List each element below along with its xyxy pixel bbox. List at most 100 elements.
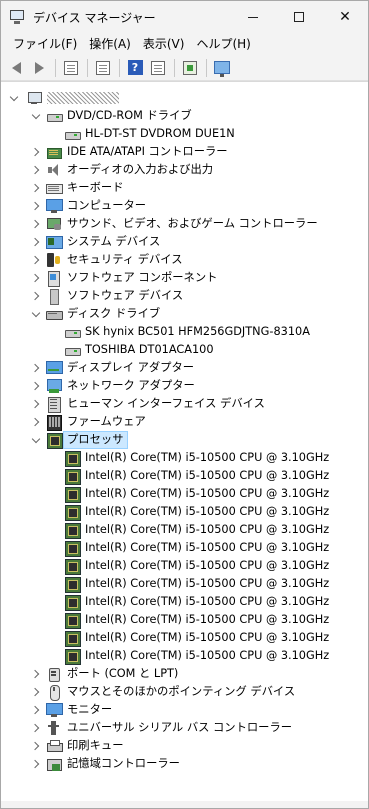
processor-icon	[64, 648, 81, 665]
forward-button[interactable]	[28, 57, 50, 79]
tree-category[interactable]: マウスとそのほかのポインティング デバイス	[1, 683, 368, 701]
tree-device[interactable]: SK hynix BC501 HFM256GDJTNG-8310A	[1, 323, 368, 341]
mouse-icon	[46, 684, 62, 701]
tree-category[interactable]: システム デバイス	[1, 233, 368, 251]
tree-device-label: Intel(R) Core(TM) i5-10500 CPU @ 3.10GHz	[85, 469, 330, 482]
chevron-right-icon[interactable]	[31, 413, 41, 431]
menu-view[interactable]: 表示(V)	[137, 34, 191, 54]
tree-category-label: ポート (COM と LPT)	[67, 667, 179, 680]
software-device-icon	[46, 288, 62, 305]
tree-category-label: ヒューマン インターフェイス デバイス	[67, 397, 265, 410]
menu-action[interactable]: 操作(A)	[83, 34, 137, 54]
security-device-icon	[46, 252, 62, 268]
chevron-right-icon[interactable]	[31, 719, 41, 737]
tree-device[interactable]: Intel(R) Core(TM) i5-10500 CPU @ 3.10GHz	[1, 485, 368, 503]
chevron-down-icon[interactable]	[31, 305, 41, 323]
tree-device[interactable]: Intel(R) Core(TM) i5-10500 CPU @ 3.10GHz	[1, 647, 368, 665]
tree-category[interactable]: ディスプレイ アダプター	[1, 359, 368, 377]
chevron-down-icon[interactable]	[9, 89, 19, 107]
chevron-right-icon[interactable]	[31, 215, 41, 233]
tree-category[interactable]: ユニバーサル シリアル バス コントローラー	[1, 719, 368, 737]
tree-category[interactable]: ネットワーク アダプター	[1, 377, 368, 395]
tree-category[interactable]: ファームウェア	[1, 413, 368, 431]
processor-icon	[64, 468, 81, 485]
tree-device[interactable]: Intel(R) Core(TM) i5-10500 CPU @ 3.10GHz	[1, 593, 368, 611]
chevron-right-icon[interactable]	[31, 395, 41, 413]
tree-category-label: IDE ATA/ATAPI コントローラー	[67, 145, 228, 158]
tree-category[interactable]: オーディオの入力および出力	[1, 161, 368, 179]
processor-icon	[64, 558, 81, 575]
tree-category[interactable]: ポート (COM と LPT)	[1, 665, 368, 683]
tree-category[interactable]: 記憶域コントローラー	[1, 755, 368, 773]
chevron-right-icon[interactable]	[31, 251, 41, 269]
chevron-right-icon[interactable]	[31, 665, 41, 683]
tree-category-label: ディスク ドライブ	[67, 307, 161, 320]
tree-device[interactable]: Intel(R) Core(TM) i5-10500 CPU @ 3.10GHz	[1, 557, 368, 575]
chevron-right-icon[interactable]	[31, 755, 41, 773]
scan-hardware-changes-button[interactable]	[179, 57, 201, 79]
tree-device-label: Intel(R) Core(TM) i5-10500 CPU @ 3.10GHz	[85, 523, 330, 536]
chevron-down-icon[interactable]	[31, 107, 41, 125]
tree-category[interactable]: ディスク ドライブ	[1, 305, 368, 323]
tree-category[interactable]: ヒューマン インターフェイス デバイス	[1, 395, 368, 413]
menu-file[interactable]: ファイル(F)	[7, 34, 83, 54]
device-manager-icon	[9, 9, 25, 25]
tree-category[interactable]: セキュリティ デバイス	[1, 251, 368, 269]
tree-category[interactable]: モニター	[1, 701, 368, 719]
chevron-right-icon[interactable]	[31, 737, 41, 755]
tree-device[interactable]: Intel(R) Core(TM) i5-10500 CPU @ 3.10GHz	[1, 503, 368, 521]
device-manager-window: デバイス マネージャー ✕ ファイル(F) 操作(A) 表示(V) ヘルプ(H)…	[0, 0, 369, 809]
tree-device[interactable]: Intel(R) Core(TM) i5-10500 CPU @ 3.10GHz	[1, 467, 368, 485]
tree-category[interactable]: ソフトウェア コンポーネント	[1, 269, 368, 287]
ide-controller-icon	[46, 144, 62, 160]
chevron-right-icon[interactable]	[31, 143, 41, 161]
tree-category[interactable]: DVD/CD-ROM ドライブ	[1, 107, 368, 125]
print-queue-icon	[46, 738, 63, 754]
back-button[interactable]	[5, 57, 27, 79]
update-driver-button[interactable]	[211, 57, 233, 79]
tree-device[interactable]: Intel(R) Core(TM) i5-10500 CPU @ 3.10GHz	[1, 575, 368, 593]
chevron-right-icon[interactable]	[31, 683, 41, 701]
tree-category[interactable]: 印刷キュー	[1, 737, 368, 755]
chevron-right-icon[interactable]	[31, 377, 41, 395]
tree-device[interactable]: TOSHIBA DT01ACA100	[1, 341, 368, 359]
chevron-down-icon[interactable]	[31, 431, 41, 449]
properties-icon	[96, 60, 110, 75]
tree-category[interactable]: キーボード	[1, 179, 368, 197]
chevron-right-icon[interactable]	[31, 287, 41, 305]
tree-device[interactable]: HL-DT-ST DVDROM DUE1N	[1, 125, 368, 143]
tree-device[interactable]: Intel(R) Core(TM) i5-10500 CPU @ 3.10GHz	[1, 521, 368, 539]
show-action-pane-button[interactable]	[147, 57, 169, 79]
minimize-button[interactable]	[230, 1, 276, 33]
menu-help[interactable]: ヘルプ(H)	[190, 34, 256, 54]
maximize-button[interactable]	[276, 1, 322, 33]
drive-icon	[64, 324, 81, 340]
tree-device[interactable]: Intel(R) Core(TM) i5-10500 CPU @ 3.10GHz	[1, 449, 368, 467]
chevron-right-icon[interactable]	[31, 161, 41, 179]
hid-icon	[46, 396, 62, 413]
chevron-right-icon[interactable]	[31, 359, 41, 377]
tree-device[interactable]: Intel(R) Core(TM) i5-10500 CPU @ 3.10GHz	[1, 611, 368, 629]
tree-category[interactable]: ソフトウェア デバイス	[1, 287, 368, 305]
chevron-right-icon[interactable]	[31, 269, 41, 287]
show-hide-console-tree-button[interactable]	[60, 57, 82, 79]
help-button[interactable]: ?	[124, 57, 146, 79]
chevron-right-icon[interactable]	[31, 179, 41, 197]
tree-category[interactable]: サウンド、ビデオ、およびゲーム コントローラー	[1, 215, 368, 233]
device-tree[interactable]: DVD/CD-ROM ドライブ HL-DT-ST DVDROM DUE1N IDE …	[1, 81, 368, 801]
tree-category[interactable]: プロセッサ	[1, 431, 368, 449]
tree-category-label: 印刷キュー	[67, 739, 124, 752]
tree-device[interactable]: Intel(R) Core(TM) i5-10500 CPU @ 3.10GHz	[1, 629, 368, 647]
drive-icon	[64, 126, 81, 142]
properties-button[interactable]	[92, 57, 114, 79]
close-button[interactable]: ✕	[322, 1, 368, 33]
tree-root-computer[interactable]	[1, 89, 368, 107]
tree-category[interactable]: コンピューター	[1, 197, 368, 215]
keyboard-icon	[46, 180, 63, 196]
chevron-right-icon[interactable]	[31, 701, 41, 719]
chevron-right-icon[interactable]	[31, 233, 41, 251]
tree-category[interactable]: IDE ATA/ATAPI コントローラー	[1, 143, 368, 161]
chevron-right-icon[interactable]	[31, 197, 41, 215]
toolbar-separator	[119, 58, 120, 77]
tree-device[interactable]: Intel(R) Core(TM) i5-10500 CPU @ 3.10GHz	[1, 539, 368, 557]
